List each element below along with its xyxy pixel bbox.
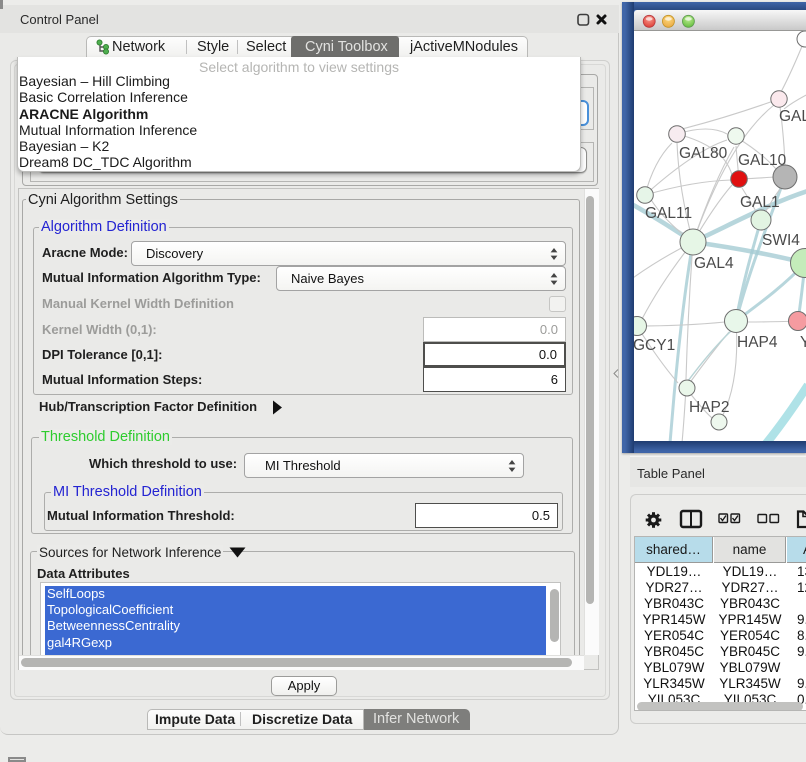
svg-text:GAL1: GAL1 [740, 194, 780, 211]
svg-text:HAP4: HAP4 [737, 334, 778, 351]
svg-text:Y: Y [800, 334, 806, 351]
svg-text:SWI4: SWI4 [762, 232, 800, 249]
svg-text:GCY1: GCY1 [634, 337, 675, 354]
svg-text:HAP2: HAP2 [689, 399, 730, 416]
svg-text:GAL: GAL [779, 108, 806, 125]
svg-text:GAL10: GAL10 [738, 152, 787, 169]
svg-text:GAL11: GAL11 [645, 205, 692, 222]
svg-text:GAL4: GAL4 [694, 255, 734, 272]
svg-text:GAL80: GAL80 [679, 145, 728, 162]
